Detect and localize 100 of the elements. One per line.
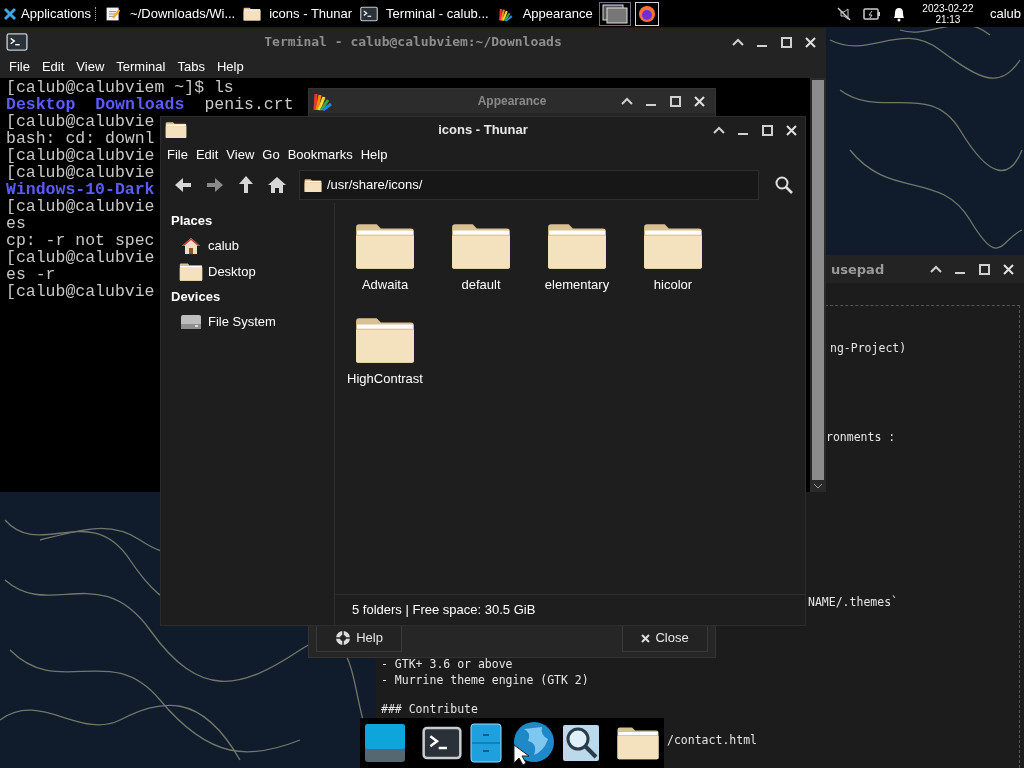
code-line: ronments : <box>826 430 896 445</box>
folder-item[interactable]: default <box>433 221 529 315</box>
chevron-up-icon <box>732 38 744 46</box>
minimize-icon <box>757 45 767 47</box>
help-button[interactable]: Help <box>316 624 402 652</box>
terminal-output: Downloads <box>95 96 185 113</box>
close-button[interactable] <box>802 34 818 50</box>
maximize-icon <box>761 124 773 136</box>
back-button[interactable] <box>173 176 193 194</box>
terminal-output: [calub@calubvie <box>6 283 155 300</box>
magnifier-icon <box>562 724 600 762</box>
editor-icon <box>104 5 123 22</box>
window-title: Appearance <box>477 93 547 110</box>
status-bar-text: 5 folders | Free space: 30.5 GiB <box>352 601 536 620</box>
terminal-output: Windows-10-Dark <box>6 181 155 198</box>
sidebar-heading: Devices <box>171 288 221 307</box>
menu-item[interactable]: Edit <box>35 57 71 77</box>
folder-icon <box>546 221 608 271</box>
menu-item[interactable]: Bookmarks <box>283 145 357 165</box>
menu-item[interactable]: Edit <box>191 145 223 165</box>
folder-icon <box>354 315 416 365</box>
clock-time[interactable]: 21:13 <box>935 13 961 25</box>
close-button[interactable]: Close <box>622 624 708 652</box>
magnifier-launcher[interactable] <box>562 724 600 762</box>
minimize-icon <box>646 104 656 106</box>
terminal-output: penis.crt <box>204 96 294 113</box>
folder-item[interactable]: HighContrast <box>337 315 433 409</box>
terminal-output: Desktop <box>6 96 76 113</box>
folder-icon <box>304 177 322 193</box>
clock-date[interactable]: 2023-02-22 <box>922 2 974 14</box>
terminal-launcher[interactable] <box>422 725 462 761</box>
sidebar-item[interactable]: Desktop <box>171 259 256 285</box>
search-button[interactable] <box>775 176 793 194</box>
maximize-button[interactable] <box>759 122 775 138</box>
folder-item[interactable]: elementary <box>529 221 625 315</box>
file-cabinet-icon <box>470 723 502 763</box>
menu-item[interactable]: File <box>163 145 192 165</box>
window-title: icons - Thunar <box>438 121 528 140</box>
close-icon <box>804 36 816 48</box>
terminal-output: [calub@calubviem ~]$ ls <box>6 79 234 96</box>
scrollbar-thumb[interactable] <box>812 80 824 480</box>
show-desktop-button[interactable] <box>364 723 406 763</box>
taskbar-button[interactable]: ~/Downloads/Wi... <box>100 0 240 27</box>
forward-button[interactable] <box>205 176 225 194</box>
window-title: Terminal - calub@calubviem:~/Downloads <box>264 33 562 52</box>
taskbar-button[interactable]: Appearance <box>492 0 597 27</box>
up-arrow-icon <box>237 175 255 195</box>
location-field[interactable]: /usr/share/icons/ <box>299 170 759 200</box>
folder-icon <box>165 121 187 139</box>
up-button[interactable] <box>237 175 255 195</box>
folder-icon <box>179 262 203 282</box>
code-line: ### Contribute <box>381 702 478 717</box>
taskbar-button[interactable]: Terminal - calub... <box>356 0 493 27</box>
terminal-output: [calub@calubvie <box>6 198 155 215</box>
menu-item[interactable]: Terminal <box>110 57 172 77</box>
help-icon <box>335 630 352 646</box>
terminal-output: [calub@calubvie <box>6 113 155 130</box>
close-button[interactable] <box>783 122 799 138</box>
browser-launcher[interactable] <box>634 1 659 26</box>
battery-icon[interactable] <box>862 6 881 21</box>
sidebar-item[interactable]: calub <box>171 233 240 259</box>
maximize-button[interactable] <box>667 93 683 109</box>
menu-item[interactable]: Help <box>356 145 392 165</box>
maximize-icon <box>780 36 792 48</box>
menu-item[interactable]: Tabs <box>171 57 211 77</box>
house-icon <box>181 236 201 256</box>
minimize-icon <box>738 133 748 135</box>
folder-item[interactable]: hicolor <box>625 221 721 315</box>
code-line: NAME/.themes` <box>808 595 898 610</box>
browser-icon <box>637 4 656 23</box>
home-button[interactable] <box>267 176 287 194</box>
notification-bell-icon[interactable] <box>891 5 906 22</box>
menu-item[interactable]: Help <box>210 57 250 77</box>
scroll-down-icon[interactable] <box>813 482 823 490</box>
chevron-up-icon <box>713 126 725 134</box>
workspace-switcher[interactable] <box>598 1 631 26</box>
maximize-button[interactable] <box>778 34 794 50</box>
folder-icon <box>243 5 262 22</box>
sidebar-item[interactable]: File System <box>171 309 276 335</box>
terminal-output: es <box>6 215 26 232</box>
menu-item[interactable]: View <box>222 145 259 165</box>
user-menu[interactable]: calub <box>989 3 1021 24</box>
terminal-output: es -r <box>6 266 56 283</box>
code-line: ng-Project) <box>830 341 907 356</box>
globe-cursor-launcher[interactable] <box>510 721 554 765</box>
search-icon <box>775 176 793 194</box>
close-button[interactable] <box>691 93 707 109</box>
menu-item[interactable]: Go <box>258 145 284 165</box>
file-cabinet-launcher[interactable] <box>470 723 502 763</box>
minimize-icon <box>955 272 965 274</box>
close-button[interactable] <box>1000 261 1016 277</box>
taskbar-button[interactable]: icons - Thunar <box>239 0 357 27</box>
folder-item[interactable]: Adwaita <box>337 221 433 315</box>
globe-cursor-icon <box>510 721 554 765</box>
muted-speaker-icon[interactable] <box>835 5 852 22</box>
applications-menu[interactable]: Applications <box>0 0 96 27</box>
maximize-button[interactable] <box>976 261 992 277</box>
terminal-output: cp: -r not spec <box>6 232 155 249</box>
menu-item[interactable]: File <box>3 57 36 77</box>
menu-item[interactable]: View <box>70 57 111 77</box>
